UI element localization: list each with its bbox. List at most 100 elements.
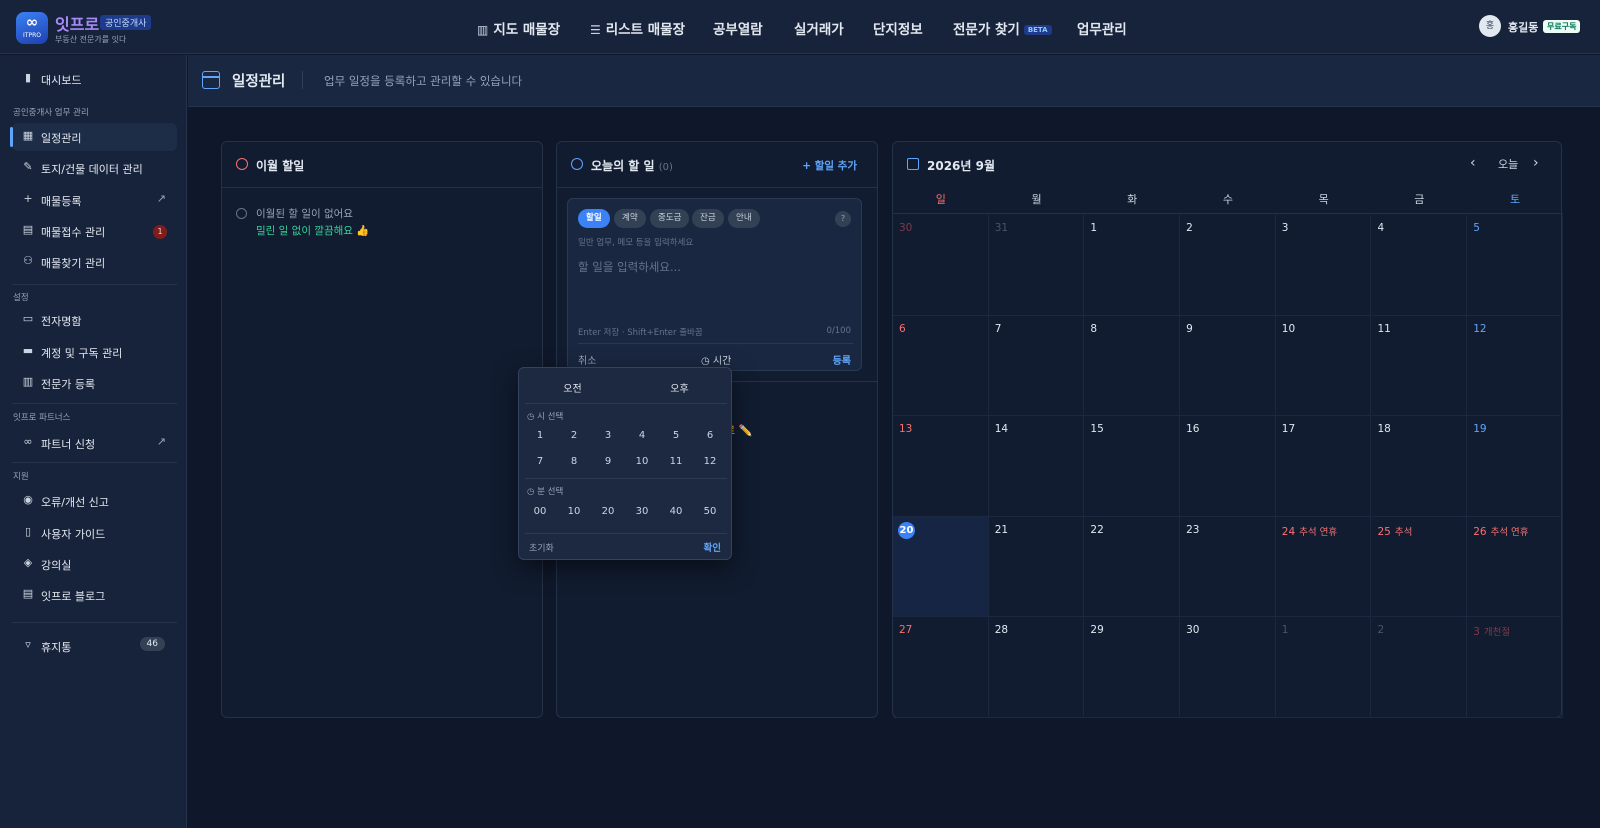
calendar-day-cell[interactable]: 14 <box>988 416 1085 517</box>
calendar-day-cell[interactable]: 18 <box>1371 416 1468 517</box>
minute-option[interactable]: 50 <box>693 501 727 523</box>
sidebar-item-search-management[interactable]: ⚇ 매물찾기 관리 <box>12 248 177 276</box>
confirm-button[interactable]: 확인 <box>704 540 721 554</box>
calendar-day-cell[interactable]: 2 <box>1180 215 1276 316</box>
category-chip-todo[interactable]: 할일 <box>578 209 610 228</box>
calendar-day-cell[interactable]: 20 <box>893 516 989 618</box>
hour-option[interactable]: 2 <box>557 425 591 447</box>
sidebar-item-intake[interactable]: ▤ 매물접수 관리 1 <box>12 217 177 245</box>
nav-documents[interactable]: 공부열람 <box>713 18 763 38</box>
calendar-day-cell[interactable]: 13 <box>893 416 989 517</box>
save-button[interactable]: 등록 <box>833 352 851 367</box>
help-icon[interactable]: ? <box>835 211 851 227</box>
user-name[interactable]: 홍길동 <box>1508 19 1538 35</box>
calendar-day-cell[interactable]: 31 <box>988 215 1085 316</box>
sidebar-item-expert-register[interactable]: ▥ 전문가 등록 <box>12 369 177 397</box>
reset-button[interactable]: 초기화 <box>529 541 554 554</box>
calendar-day-cell[interactable]: 1 <box>1084 215 1181 316</box>
sidebar-item-land-data[interactable]: ✎ 토지/건물 데이터 관리 <box>12 154 177 182</box>
nav-find-expert[interactable]: 전문가 찾기 BETA <box>953 18 1052 38</box>
category-chip-balance[interactable]: 잔금 <box>692 209 724 228</box>
hour-option[interactable]: 9 <box>591 451 625 473</box>
minute-option[interactable]: 00 <box>523 501 557 523</box>
sidebar-item-report[interactable]: ◉ 오류/개선 신고 <box>12 487 177 515</box>
minute-option[interactable]: 40 <box>659 501 693 523</box>
calendar-day-cell[interactable]: 15 <box>1084 416 1181 517</box>
calendar-day-cell[interactable]: 12 <box>1467 315 1563 417</box>
cancel-button[interactable]: 취소 <box>578 352 596 367</box>
sidebar-item-blog[interactable]: ▤ 잇프로 블로그 <box>12 581 177 609</box>
day-number: 17 <box>1281 423 1296 436</box>
sidebar-item-register[interactable]: + 매물등록 ↗ <box>12 186 177 214</box>
calendar-day-cell[interactable]: 6 <box>893 315 989 417</box>
calendar-day-cell[interactable]: 23 <box>1180 516 1276 618</box>
sidebar-item-guide[interactable]: ▯ 사용자 가이드 <box>12 519 177 547</box>
calendar-day-cell[interactable]: 27 <box>893 617 989 718</box>
today-button[interactable]: 오늘 <box>1498 156 1518 172</box>
sidebar-item-trash[interactable]: ▿ 휴지통 46 <box>12 632 177 660</box>
brand-name[interactable]: 잇프로 <box>55 11 99 35</box>
sidebar-item-class[interactable]: ◈ 강의실 <box>12 550 177 578</box>
minute-option[interactable]: 30 <box>625 501 659 523</box>
calendar-day-cell[interactable]: 29 <box>1084 617 1181 718</box>
prev-month-button[interactable]: ‹ <box>1470 155 1476 171</box>
calendar-day-cell[interactable]: 22 <box>1084 516 1181 618</box>
category-chip-contract[interactable]: 계약 <box>614 209 646 228</box>
next-month-button[interactable]: › <box>1533 155 1539 171</box>
sidebar-item-schedule[interactable]: ▦ 일정관리 <box>10 123 177 151</box>
calendar-day-cell[interactable]: 19 <box>1467 416 1563 517</box>
nav-complex-info[interactable]: 단지정보 <box>873 18 923 38</box>
calendar-day-cell[interactable]: 3 개천절 <box>1467 617 1563 718</box>
am-tab[interactable]: 오전 <box>519 380 626 395</box>
hour-option[interactable]: 1 <box>523 425 557 447</box>
time-button[interactable]: ◷ 시간 <box>701 352 731 367</box>
nav-map-listings[interactable]: ▥ 지도 매물장 <box>477 18 560 38</box>
hour-option[interactable]: 7 <box>523 451 557 473</box>
add-todo-button[interactable]: + 할일 추가 <box>802 158 857 173</box>
calendar-day-cell[interactable]: 3 <box>1275 215 1372 316</box>
calendar-day-cell[interactable]: 30 <box>1180 617 1276 718</box>
calendar-day-cell[interactable]: 21 <box>988 516 1085 618</box>
todo-textarea[interactable]: 할 일을 입력하세요... <box>578 259 681 275</box>
calendar-day-cell[interactable]: 7 <box>988 315 1085 417</box>
pm-tab[interactable]: 오후 <box>626 380 733 395</box>
hour-option[interactable]: 4 <box>625 425 659 447</box>
hour-option[interactable]: 3 <box>591 425 625 447</box>
calendar-day-cell[interactable]: 25 추석 <box>1371 516 1468 618</box>
calendar-day-cell[interactable]: 2 <box>1371 617 1468 718</box>
sidebar-item-partner[interactable]: ∞ 파트너 신청 ↗ <box>12 429 177 457</box>
calendar-day-cell[interactable]: 11 <box>1371 315 1468 417</box>
avatar[interactable]: 홍 <box>1479 15 1501 37</box>
sidebar-item-ecard[interactable]: ▭ 전자명함 <box>12 306 177 334</box>
nav-work-management[interactable]: 업무관리 <box>1077 18 1127 38</box>
calendar-day-cell[interactable]: 8 <box>1084 315 1181 417</box>
hour-option[interactable]: 11 <box>659 451 693 473</box>
calendar-day-cell[interactable]: 16 <box>1180 416 1276 517</box>
minute-option[interactable]: 10 <box>557 501 591 523</box>
minute-option[interactable]: 20 <box>591 501 625 523</box>
chevron-right-icon: › <box>1533 155 1539 171</box>
calendar-day-cell[interactable]: 26 추석 연휴 <box>1467 516 1563 618</box>
hour-option[interactable]: 6 <box>693 425 727 447</box>
sidebar-item-account[interactable]: ▬ 계정 및 구독 관리 <box>12 338 177 366</box>
calendar-day-cell[interactable]: 28 <box>988 617 1085 718</box>
nav-transactions[interactable]: 실거래가 <box>794 18 844 38</box>
calendar-day-cell[interactable]: 30 <box>893 215 989 316</box>
category-chip-interim[interactable]: 중도금 <box>650 209 690 228</box>
nav-list-listings[interactable]: ☰ 리스트 매물장 <box>590 18 685 38</box>
calendar-day-cell[interactable]: 17 <box>1275 416 1372 517</box>
calendar-day-cell[interactable]: 9 <box>1180 315 1276 417</box>
hour-option[interactable]: 12 <box>693 451 727 473</box>
sidebar-item-dashboard[interactable]: ▮ 대시보드 <box>12 65 177 93</box>
hour-option[interactable]: 8 <box>557 451 591 473</box>
calendar-day-cell[interactable]: 4 <box>1371 215 1468 316</box>
sidebar-divider <box>12 462 177 463</box>
calendar-day-cell[interactable]: 1 <box>1275 617 1372 718</box>
calendar-day-cell[interactable]: 10 <box>1275 315 1372 417</box>
calendar-day-cell[interactable]: 5 <box>1467 215 1563 316</box>
hour-option[interactable]: 5 <box>659 425 693 447</box>
hour-option[interactable]: 10 <box>625 451 659 473</box>
logo[interactable]: ∞ ITPRO <box>16 12 48 44</box>
calendar-day-cell[interactable]: 24 추석 연휴 <box>1275 516 1372 618</box>
category-chip-notice[interactable]: 안내 <box>728 209 760 228</box>
